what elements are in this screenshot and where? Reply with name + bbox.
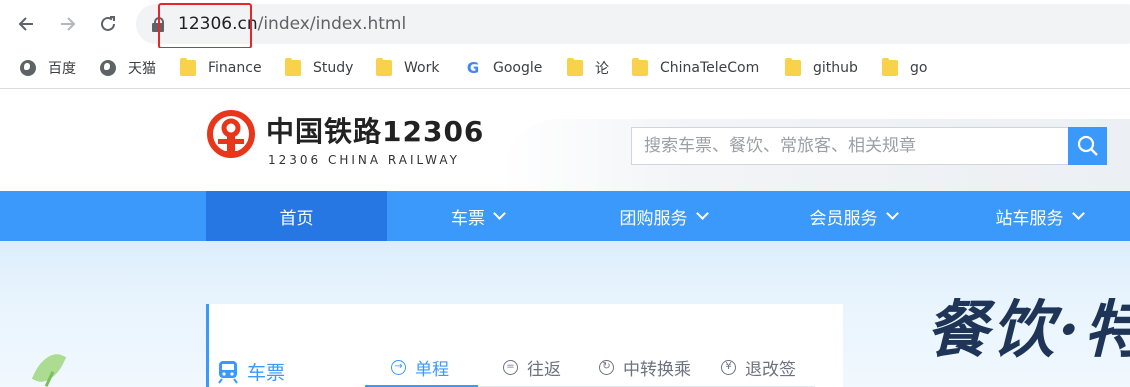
tab-transfer[interactable]: ↻ 中转换乘 [599, 348, 691, 386]
chevron-down-icon [695, 207, 709, 220]
bookmarks-bar: 百度 天猫 Finance Study Work G Google 论 China… [0, 48, 1130, 89]
brand-title[interactable]: 中国铁路12306 [266, 116, 484, 148]
folder-icon [632, 58, 648, 76]
panel-title[interactable]: 车票 [217, 358, 285, 385]
transfer-circle-icon: ↻ [599, 359, 614, 375]
nav-home[interactable]: 首页 [206, 191, 387, 241]
bookmark-go[interactable]: go [882, 58, 927, 78]
return-circle-icon: = [503, 359, 518, 375]
folder-icon [567, 58, 583, 76]
bookmark-study[interactable]: Study [285, 58, 353, 78]
bookmark-github[interactable]: github [785, 58, 858, 78]
brand-subtitle: 12306 CHINA RAILWAY [268, 153, 460, 167]
bookmark-baidu[interactable]: 百度 [20, 58, 76, 78]
globe-icon [20, 60, 36, 76]
railway-logo-icon[interactable] [206, 109, 256, 159]
chevron-down-icon [1071, 207, 1085, 220]
reload-button[interactable] [96, 12, 120, 36]
bookmark-finance[interactable]: Finance [180, 58, 262, 78]
nav-tickets[interactable]: 车票 [387, 191, 568, 241]
bookmark-label: Finance [208, 60, 262, 76]
forward-button[interactable] [56, 12, 80, 36]
url-path: /index/index.html [257, 14, 407, 34]
bookmark-label: ChinaTeleCom [660, 60, 760, 76]
bookmark-label: 论 [595, 61, 609, 77]
search-input[interactable] [631, 127, 1068, 165]
hero-banner: 餐饮·特 车票 → 单程 = 往返 ↻ 中转换乘 ¥ 退改签 [0, 241, 1130, 387]
folder-icon [882, 58, 898, 76]
bookmark-label: Work [404, 60, 440, 76]
tab-label: 往返 [527, 359, 561, 380]
globe-icon [100, 60, 116, 76]
site-header: 中国铁路12306 12306 CHINA RAILWAY [0, 89, 1130, 191]
site-search [631, 127, 1107, 165]
browser-toolbar: 12306.cn/index/index.html [0, 0, 1130, 49]
nav-group-service[interactable]: 团购服务 [568, 191, 758, 241]
nav-station-service[interactable]: 站车服务 [948, 191, 1130, 241]
bookmark-tmall[interactable]: 天猫 [100, 58, 156, 78]
tab-label: 退改签 [745, 359, 796, 380]
folder-icon [285, 58, 301, 76]
ticket-panel: 车票 → 单程 = 往返 ↻ 中转换乘 ¥ 退改签 [206, 304, 843, 387]
nav-label: 站车服务 [995, 208, 1064, 229]
refund-circle-icon: ¥ [721, 359, 736, 375]
arrow-right-icon [61, 17, 76, 31]
tab-label: 单程 [415, 359, 449, 380]
folder-icon [180, 58, 196, 76]
annotation-highlight-box [158, 3, 252, 49]
arrow-circle-icon: → [391, 359, 406, 375]
bookmark-label: github [813, 60, 858, 76]
bookmark-chinatelecom[interactable]: ChinaTeleCom [632, 58, 759, 78]
bookmark-label: 百度 [48, 61, 76, 77]
tab-round-trip[interactable]: = 往返 [503, 348, 561, 386]
bookmark-label: 天猫 [128, 61, 156, 77]
nav-label: 首页 [279, 208, 314, 229]
bookmark-label: Study [313, 60, 354, 76]
main-nav: 首页 车票 团购服务 会员服务 站车服务 [0, 191, 1130, 241]
reload-icon [101, 16, 115, 31]
promo-headline[interactable]: 餐饮·特 [926, 295, 1130, 365]
train-icon [218, 360, 238, 384]
search-icon [1077, 135, 1098, 156]
folder-icon [785, 58, 801, 76]
nav-label: 车票 [451, 208, 485, 229]
tab-one-way[interactable]: → 单程 [391, 348, 449, 386]
chevron-down-icon [885, 207, 899, 220]
bookmark-work[interactable]: Work [376, 58, 439, 78]
search-button[interactable] [1068, 127, 1107, 165]
panel-title-label: 车票 [247, 362, 286, 384]
nav-label: 会员服务 [809, 208, 878, 229]
back-button[interactable] [14, 12, 38, 36]
bookmark-lun[interactable]: 论 [567, 58, 609, 78]
bookmark-google[interactable]: G Google [465, 58, 543, 78]
folder-icon [376, 58, 392, 76]
tab-label: 中转换乘 [623, 359, 691, 380]
google-icon: G [466, 59, 480, 77]
nav-label: 团购服务 [619, 208, 688, 229]
arrow-left-icon [18, 17, 33, 31]
ticket-tabs: → 单程 = 往返 ↻ 中转换乘 ¥ 退改签 [365, 348, 815, 387]
chevron-down-icon [493, 207, 506, 220]
bookmark-label: go [910, 60, 928, 76]
address-bar[interactable]: 12306.cn/index/index.html [136, 4, 1130, 44]
bookmark-label: Google [493, 60, 543, 76]
nav-member-service[interactable]: 会员服务 [758, 191, 948, 241]
tab-refund-change[interactable]: ¥ 退改签 [721, 348, 796, 386]
